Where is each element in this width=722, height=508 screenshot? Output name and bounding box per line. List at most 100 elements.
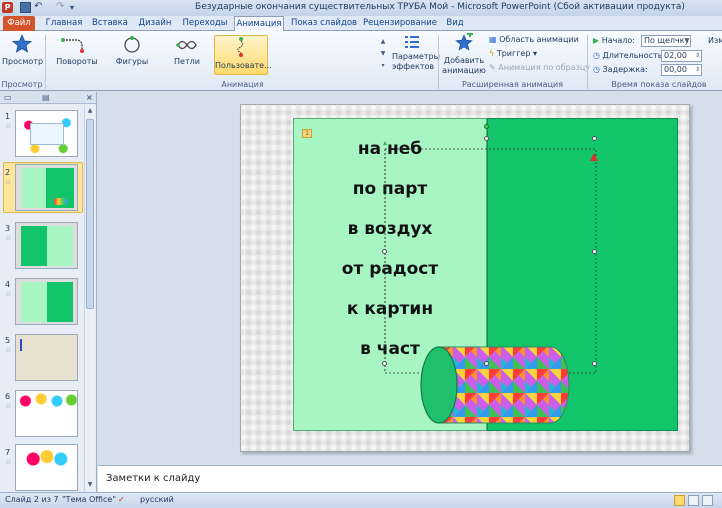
slides-pane: ▭ ▤ × 1 ☆ 2 ☆ 3 ☆ 4 ☆ 5 ☆ 6 ☆ 7 ☆ ▲ ▼ (0, 92, 97, 492)
path-turns-icon (61, 38, 84, 53)
anim-loops-button[interactable]: Петли (168, 36, 206, 74)
slide-canvas[interactable]: 1 на неб по парт в воздух от радост к ка… (240, 104, 690, 452)
slide-thumbnail-4[interactable] (15, 278, 78, 325)
tab-home[interactable]: Главная (42, 16, 86, 31)
tab-design[interactable]: Дизайн (135, 16, 175, 31)
add-animation-line2: анимацию (442, 66, 486, 75)
lightning-icon: ϟ (489, 49, 495, 58)
timing-group-label: Время показа слайдов (611, 80, 707, 89)
duration-spinner[interactable]: 02,00 ⇕ (661, 50, 702, 62)
scrollbar-thumb[interactable] (86, 119, 94, 309)
tab-animations[interactable]: Анимация (234, 16, 284, 32)
scroll-up-icon[interactable]: ▲ (86, 107, 94, 114)
scroll-down-icon[interactable]: ▼ (86, 481, 94, 488)
slides-scrollbar[interactable]: ▲ ▼ (84, 105, 95, 492)
reorder-label-cut: Изм (708, 36, 722, 45)
anim-turns-label: Повороты (56, 57, 98, 66)
pipe-opening (420, 346, 458, 424)
tab-review[interactable]: Рецензирование (362, 16, 438, 31)
language-label[interactable]: русский (140, 495, 174, 504)
reading-view-icon[interactable] (702, 495, 713, 506)
normal-view-icon[interactable] (674, 495, 685, 506)
theme-name[interactable]: "Тема Office" (62, 495, 116, 504)
slide-editing-area: 1 на неб по парт в воздух от радост к ка… (98, 92, 722, 464)
anim-turns-button[interactable]: Повороты (52, 36, 102, 74)
delay-value: 00,00 (664, 65, 687, 74)
resize-handle[interactable] (592, 249, 597, 254)
advanced-group-label: Расширенная анимация (461, 80, 564, 89)
animation-star-icon: ☆ (5, 402, 12, 410)
start-select[interactable]: По щелчку ▼ (641, 35, 691, 47)
resize-handle[interactable] (592, 136, 597, 141)
path-start-arrow-icon (383, 141, 387, 145)
resize-handle[interactable] (484, 361, 489, 366)
effect-options-line2: эффектов (392, 62, 435, 71)
trigger-button[interactable]: ϟ Триггер ▾ (489, 48, 537, 60)
status-bar: Слайд 2 из 7 "Тема Office" ✓ русский (0, 492, 722, 508)
undo-icon[interactable]: ↶ (34, 2, 45, 13)
balloons-image (16, 391, 77, 411)
slide-thumbnail-1[interactable] (15, 110, 78, 157)
animation-pane-button[interactable]: ▦ Область анимации (489, 34, 579, 46)
animation-star-icon: ☆ (5, 234, 12, 242)
anim-shapes-button[interactable]: Фигуры (112, 36, 152, 74)
trigger-label: Триггер (496, 49, 531, 58)
save-icon[interactable] (20, 2, 31, 13)
spellcheck-icon[interactable]: ✓ (118, 495, 125, 504)
slide-thumbnail-6[interactable] (15, 390, 78, 437)
start-value: По щелчку (644, 36, 690, 45)
delay-spinner[interactable]: 00,00 ⇕ (661, 64, 702, 76)
group-separator (438, 35, 439, 89)
tab-insert[interactable]: Вставка (88, 16, 132, 31)
preview-button[interactable]: Просмотр (2, 34, 44, 74)
tab-file[interactable]: Файл (3, 16, 35, 31)
gallery-scroll[interactable]: ▲ ▼ ▾ (378, 36, 388, 74)
anim-loops-label: Петли (174, 57, 200, 66)
resize-handle[interactable] (592, 361, 597, 366)
tab-view[interactable]: Вид (442, 16, 468, 31)
tab-slideshow[interactable]: Показ слайдов (290, 16, 358, 31)
resize-handle[interactable] (484, 136, 489, 141)
slide-thumbnail-3[interactable] (15, 222, 78, 269)
spinner-arrows-icon: ⇕ (694, 52, 700, 59)
ribbon-tabs: Файл Главная Вставка Дизайн Переходы Ани… (0, 16, 722, 32)
duration-label: Длительность: (602, 51, 666, 60)
add-animation-line1: Добавить (443, 56, 485, 65)
notes-pane[interactable]: Заметки к слайду (98, 465, 722, 492)
anim-custom-button[interactable]: Пользовате... (214, 35, 272, 75)
slide-thumbnail-2[interactable] (15, 164, 78, 211)
path-circle-icon (124, 36, 140, 53)
duration-label-row: ◷ Длительность: (593, 50, 665, 62)
effect-options-button[interactable]: Параметры эффектов (392, 35, 440, 77)
slide-thumbnail-7[interactable] (15, 444, 78, 491)
resize-handle[interactable] (382, 361, 387, 366)
slides-tab-icon[interactable]: ▤ (42, 92, 50, 104)
thumb-light-panel (47, 226, 73, 266)
notes-placeholder: Заметки к слайду (106, 473, 201, 484)
add-animation-icon (455, 33, 473, 51)
thumb-dark-panel (47, 282, 73, 322)
slides-pane-header: ▭ ▤ × (0, 92, 96, 104)
ribbon: Просмотр Просмотр Повороты Фигуры Петли … (0, 31, 722, 91)
thumb-pipe-image (54, 198, 68, 205)
customize-toolbar-icon[interactable]: ▾ (70, 2, 81, 13)
preview-label: Просмотр (2, 57, 44, 66)
slide-sorter-view-icon[interactable] (688, 495, 699, 506)
resize-handle[interactable] (382, 249, 387, 254)
add-animation-button[interactable]: Добавить анимацию (442, 33, 486, 77)
effect-options-icon (405, 36, 419, 48)
outline-toggle-icon[interactable]: ▭ (4, 92, 12, 104)
slide-thumbnail-5[interactable] (15, 334, 78, 381)
painter-brush-icon: ✎ (489, 63, 496, 72)
rotation-handle[interactable] (484, 124, 489, 129)
slide-number: 7 (5, 448, 11, 457)
pipe-image[interactable] (417, 345, 571, 425)
powerpoint-icon[interactable]: P (2, 2, 13, 13)
tab-transitions[interactable]: Переходы (180, 16, 230, 31)
animation-painter-button[interactable]: ✎ Анимация по образцу (489, 62, 590, 74)
animation-star-icon: ☆ (5, 458, 12, 466)
close-icon[interactable]: × (86, 92, 93, 104)
clock-icon: ◷ (593, 51, 600, 60)
redo-icon[interactable]: ↷ (56, 2, 67, 13)
window-title: Безударные окончания существительных ТРУ… (195, 2, 685, 12)
